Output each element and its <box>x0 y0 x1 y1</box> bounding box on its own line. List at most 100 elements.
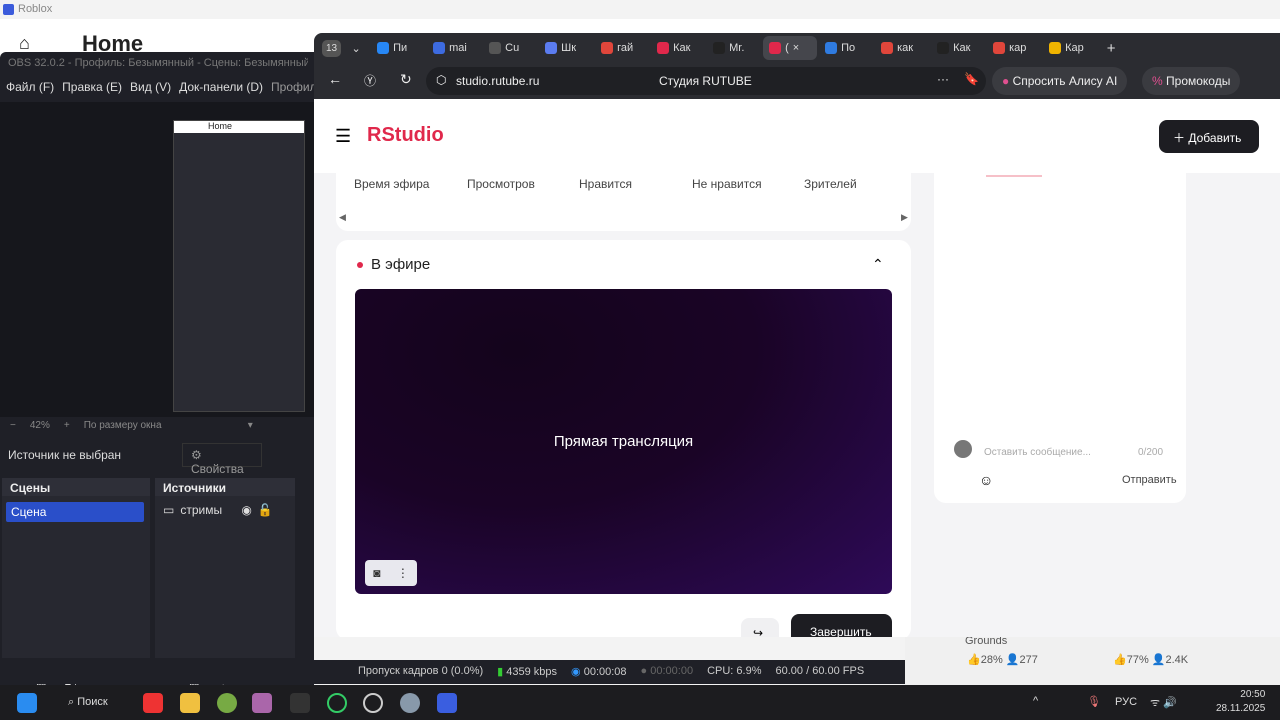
chat-input[interactable]: Оставить сообщение... <box>984 447 1091 458</box>
browser-tab[interactable]: Mr. <box>707 36 761 60</box>
close-icon[interactable]: × <box>793 42 799 54</box>
scroll-right-icon[interactable]: ▶ <box>901 212 908 223</box>
browser-tab[interactable]: По <box>819 36 873 60</box>
app-icon[interactable] <box>252 693 272 713</box>
stat-label: Просмотров <box>467 177 535 191</box>
menu-file[interactable]: Файл (F) <box>6 80 54 94</box>
time: 20:50 <box>1240 689 1266 700</box>
tab-label: гай <box>617 42 634 54</box>
wifi-icon[interactable]: ᯤ 🔊 <box>1150 695 1177 710</box>
stat-label: Нравится <box>579 177 632 191</box>
app-icon[interactable] <box>217 693 237 713</box>
chevron-down-icon[interactable]: ⌄ <box>345 42 367 55</box>
alice-icon: ● <box>1002 74 1010 88</box>
favicon-icon <box>657 42 670 54</box>
signal-icon: ▮ <box>497 666 504 678</box>
preview-mini-screen: Home <box>173 120 305 412</box>
page-title: Студия RUTUBE <box>659 74 752 88</box>
game-stat: 👍28% 👤277 <box>967 654 1038 666</box>
video-player[interactable]: Прямая трансляция ◙ ⋮ <box>355 289 892 594</box>
favicon-icon <box>825 42 838 54</box>
microphone-icon[interactable]: 🎙 <box>1087 695 1101 708</box>
browser-tab[interactable]: Шк <box>539 36 593 60</box>
language-indicator[interactable]: РУС <box>1115 696 1137 708</box>
sources-title: Источники <box>155 478 295 496</box>
browser-tab[interactable]: Как <box>651 36 705 60</box>
date: 28.11.2025 <box>1216 703 1266 714</box>
chat-card: Оставить сообщение... 0/200 ☺ Отправить <box>934 173 1186 503</box>
new-tab-button[interactable]: + <box>1101 40 1121 57</box>
search-button[interactable]: ⌕ Поиск <box>62 694 122 712</box>
obs-window: OBS 32.0.2 - Профиль: Безымянный - Сцены… <box>0 52 323 687</box>
more-vertical-icon[interactable]: ⋮ <box>397 566 409 580</box>
share-icon[interactable]: ↪ <box>741 618 779 637</box>
menu-edit[interactable]: Правка (E) <box>62 80 122 94</box>
favicon-icon <box>1049 42 1062 54</box>
more-icon[interactable]: ··· <box>937 72 949 86</box>
tab-label: Пи <box>393 42 408 54</box>
send-button[interactable]: Отправить <box>1122 474 1177 486</box>
browser-tab[interactable]: Cu <box>483 36 537 60</box>
favicon-icon <box>937 42 950 54</box>
tab-label: Кар <box>1065 42 1084 54</box>
yandex-browser-icon[interactable] <box>143 693 163 713</box>
chevron-down-icon[interactable]: ▾ <box>248 420 253 434</box>
browser-tab[interactable]: Кар <box>1043 36 1097 60</box>
chevron-up-icon[interactable]: ^ <box>1033 695 1038 707</box>
favicon-icon <box>489 42 502 54</box>
properties-button[interactable]: ⚙ Свойства <box>182 443 262 476</box>
player-controls: ◙ ⋮ <box>365 560 417 586</box>
browser-tab[interactable]: Пи <box>371 36 425 60</box>
emoji-icon[interactable]: ☺ <box>979 472 993 488</box>
chevron-up-icon[interactable]: ⌃ <box>872 256 884 273</box>
bookmark-icon[interactable]: 🔖 <box>964 72 979 86</box>
tab-label: Как <box>673 42 691 54</box>
stats-card: Время эфира Просмотров Нравится Не нрави… <box>336 173 911 231</box>
promo-button[interactable]: % Промокоды <box>1142 67 1241 95</box>
eye-icon[interactable]: ◉ <box>241 503 251 517</box>
scroll-left-icon[interactable]: ◀ <box>339 212 346 223</box>
menu-icon[interactable]: ☰ <box>335 126 351 147</box>
source-label: стримы <box>180 503 223 517</box>
yandex-icon[interactable]: Ⓨ <box>364 72 376 89</box>
browser-tab[interactable]: кар <box>987 36 1041 60</box>
clock[interactable]: 20:50 28.11.2025 <box>1216 688 1265 716</box>
source-item[interactable]: ▭ стримы ◉ 🔓 <box>155 496 295 524</box>
menu-docks[interactable]: Док-панели (D) <box>179 80 263 94</box>
browser-tab[interactable]: гай <box>595 36 649 60</box>
camera-icon[interactable]: ◙ <box>373 566 380 580</box>
browser-tab[interactable]: (× <box>763 36 818 60</box>
obs-statusbar: Пропуск кадров 0 (0.0%) ▮ 4359 kbps ◉ 00… <box>0 660 905 684</box>
tab-count[interactable]: 13 <box>322 39 342 57</box>
alice-button[interactable]: ● Спросить Алису AI <box>992 67 1128 95</box>
lock-icon[interactable]: 🔓 <box>258 503 273 517</box>
like-pct: 28% <box>980 654 1003 666</box>
add-button[interactable]: ＋ Добавить <box>1159 120 1259 153</box>
browser-tab[interactable]: как <box>875 36 929 60</box>
zoom-mode-select[interactable]: По размеру окна <box>84 420 234 434</box>
stream-time-value: 00:00:08 <box>583 666 627 678</box>
zoom-in[interactable]: + <box>64 420 70 434</box>
back-icon[interactable]: ← <box>328 71 342 87</box>
zoom-bar: − 42% + По размеру окна ▾ <box>0 417 305 437</box>
app-icon[interactable] <box>290 693 310 713</box>
tabs: Пи mai Cu Шк гай Как Mr.(× По как Как кар Кар <box>371 36 1097 60</box>
home-icon[interactable]: ⌂ <box>19 33 30 54</box>
folder-icon[interactable] <box>180 693 200 713</box>
reload-icon[interactable]: ↻ <box>400 71 412 88</box>
browser-tab[interactable]: Как <box>931 36 985 60</box>
finish-button[interactable]: Завершить <box>791 614 892 637</box>
browser-tab[interactable]: mai <box>427 36 481 60</box>
zoom-out[interactable]: − <box>10 420 16 434</box>
scene-item[interactable]: Сцена <box>6 502 144 522</box>
windows-start-icon[interactable] <box>17 693 37 713</box>
roblox-titlebar: Roblox <box>0 0 1280 19</box>
settings-icon[interactable] <box>400 693 420 713</box>
tab-label: Mr. <box>729 42 745 54</box>
obs-icon[interactable] <box>363 693 383 713</box>
app-icon[interactable] <box>327 693 347 713</box>
roblox-icon[interactable] <box>437 693 457 713</box>
menu-view[interactable]: Вид (V) <box>130 80 171 94</box>
studio-logo[interactable]: RStudio <box>367 124 444 147</box>
players: 2.4K <box>1165 654 1189 666</box>
